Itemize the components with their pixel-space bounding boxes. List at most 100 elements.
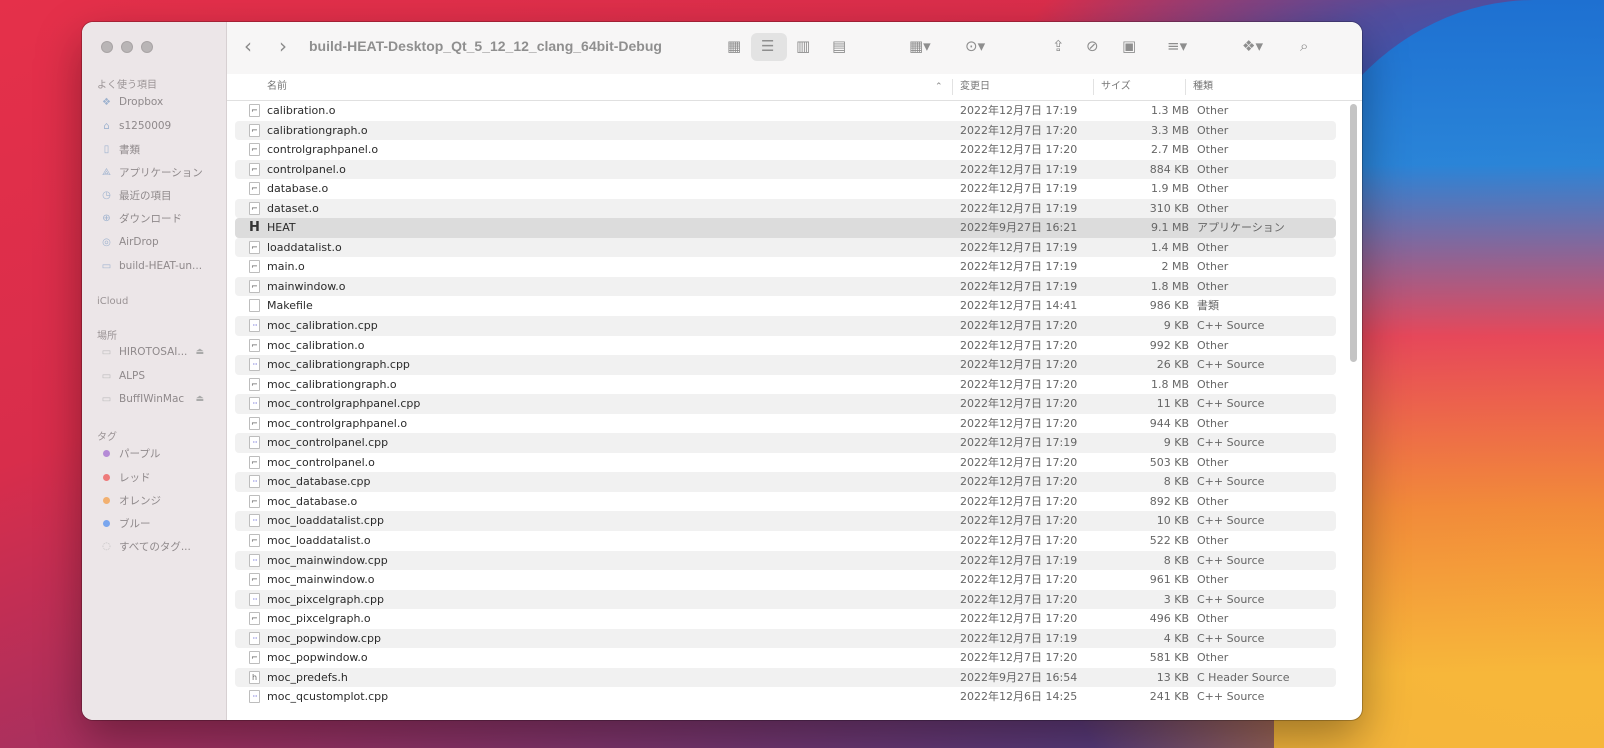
file-row[interactable]: ⌐ moc_pixcelgraph.o 2022年12月7日 17:20 496 KB… (235, 609, 1336, 629)
dropbox-toolbar-icon[interactable]: ❖▾ (1242, 37, 1263, 55)
source-file-icon: ··· (249, 631, 260, 645)
file-row[interactable]: ··· moc_calibrationgraph.cpp 2022年12月7日 17… (235, 355, 1336, 375)
file-row[interactable]: ··· moc_calibration.cpp 2022年12月7日 17:20 9 … (235, 316, 1336, 336)
sidebar-item-tag-purple[interactable]: パープル (100, 443, 226, 463)
column-header-date[interactable]: 変更日 (960, 74, 990, 100)
file-row[interactable]: ⌐ moc_mainwindow.o 2022年12月7日 17:20 961 KB O… (235, 570, 1336, 590)
new-folder-icon[interactable]: ▣ (1122, 37, 1136, 55)
sort-icon[interactable]: ≡▾ (1167, 37, 1187, 55)
file-row[interactable]: ⌐ loaddatalist.o 2022年12月7日 17:19 1.4 MB Oth… (235, 237, 1336, 258)
file-row[interactable]: ··· moc_database.cpp 2022年12月7日 17:20 8 KB C… (235, 472, 1336, 492)
sort-ascending-icon[interactable]: ⌃ (935, 74, 943, 100)
file-row[interactable]: ⌐ controlgraphpanel.o 2022年12月7日 17:20 2.7 … (235, 140, 1336, 160)
sidebar-item-all-tags[interactable]: ◌ すべてのタグ... (100, 536, 226, 556)
file-row[interactable]: ⌐ moc_loaddatalist.o 2022年12月7日 17:20 522 K… (235, 531, 1336, 551)
sidebar-item-documents[interactable]: ▯ 書類 (100, 139, 226, 159)
file-kind: Other (1197, 494, 1229, 508)
file-row[interactable]: ⌐ moc_database.o 2022年12月7日 17:20 892 KB Oth… (235, 492, 1336, 512)
file-kind: Other (1197, 651, 1229, 665)
sidebar-item-tag-orange[interactable]: オレンジ (100, 490, 226, 510)
file-row[interactable]: ··· moc_controlpanel.cpp 2022年12月7日 17:19 9… (235, 433, 1336, 453)
file-date: 2022年12月7日 17:20 (960, 534, 1078, 548)
file-row[interactable]: ··· moc_loaddatalist.cpp 2022年12月7日 17:20 1… (235, 511, 1336, 532)
file-row[interactable]: ⌐ database.o 2022年12月7日 17:19 1.9 MB Other (235, 179, 1336, 199)
group-by-icon[interactable]: ▦▾ (909, 37, 931, 55)
file-name: loaddatalist.o (267, 240, 342, 254)
file-date: 2022年12月7日 14:41 (960, 299, 1078, 313)
vertical-scrollbar[interactable] (1350, 104, 1357, 362)
sidebar-item-location-hirotosai[interactable]: ▭ HIROTOSAI... ⏏ (100, 342, 226, 362)
sidebar-item-home[interactable]: ⌂ s1250009 (100, 116, 226, 136)
file-size: 496 KB (1149, 612, 1189, 626)
file-size: 3.3 MB (1150, 123, 1189, 137)
file-name: moc_pixcelgraph.cpp (267, 592, 384, 606)
file-row[interactable]: ··· moc_controlgraphpanel.cpp 2022年12月7日 1… (235, 394, 1336, 414)
drive-icon: ▭ (101, 346, 112, 358)
column-header-size[interactable]: サイズ (1101, 74, 1131, 100)
file-name: moc_controlgraphpanel.cpp (267, 397, 421, 411)
zoom-window-button[interactable] (141, 41, 153, 53)
sidebar-item-applications[interactable]: ⟁ アプリケーション (100, 162, 226, 182)
file-row[interactable]: ⌐ controlpanel.o 2022年12月7日 17:19 884 KB Oth… (235, 159, 1336, 180)
file-row[interactable]: ⌐ calibrationgraph.o 2022年12月7日 17:20 3.3 M… (235, 120, 1336, 141)
sidebar-item-label: HIROTOSAI... (119, 346, 188, 358)
column-header-kind[interactable]: 種類 (1193, 74, 1213, 100)
eject-icon[interactable]: ⏏ (195, 347, 204, 357)
file-size: 9 KB (1163, 319, 1189, 333)
file-row[interactable]: ⌐ dataset.o 2022年12月7日 17:19 310 KB Other (235, 198, 1336, 219)
column-divider[interactable] (1093, 79, 1094, 95)
column-view-icon[interactable]: ▥ (796, 37, 810, 55)
object-file-icon: ⌐ (249, 123, 260, 137)
file-date: 2022年12月7日 17:20 (960, 475, 1078, 489)
file-row[interactable]: h moc_predefs.h 2022年9月27日 16:54 13 KB C Hea… (235, 667, 1336, 688)
tag-icon[interactable]: ⊘ (1086, 37, 1099, 55)
eject-icon[interactable]: ⏏ (195, 394, 204, 404)
sidebar-item-tag-blue[interactable]: ブルー (100, 513, 226, 533)
sidebar-item-airdrop[interactable]: ◎ AirDrop (100, 232, 226, 252)
file-name: moc_controlpanel.cpp (267, 436, 389, 450)
file-size: 241 KB (1149, 690, 1189, 704)
applications-icon: ⟁ (102, 166, 111, 178)
column-header-name[interactable]: 名前 (267, 74, 287, 100)
sidebar-item-downloads[interactable]: ⊕ ダウンロード (100, 208, 226, 228)
column-divider[interactable] (952, 79, 953, 95)
file-kind: C Header Source (1197, 670, 1290, 684)
sidebar-item-build-folder[interactable]: ▭ build-HEAT-un... (100, 256, 226, 276)
sidebar-item-recents[interactable]: ◷ 最近の項目 (100, 185, 226, 205)
sidebar-item-label: 最近の項目 (119, 189, 172, 202)
sidebar-item-tag-red[interactable]: レッド (100, 467, 226, 487)
file-row[interactable]: Makefile 2022年12月7日 14:41 986 KB 書類 (235, 296, 1336, 316)
sidebar-item-location-buffiwinmac[interactable]: ▭ BuffIWinMac ⏏ (100, 389, 226, 409)
list-view-icon[interactable]: ☰ (761, 37, 774, 55)
search-icon[interactable]: ⌕ (1300, 37, 1308, 55)
back-icon[interactable]: ‹ (244, 36, 252, 56)
icon-view-icon[interactable]: ▦ (727, 37, 741, 55)
object-file-icon: ⌐ (249, 279, 260, 293)
tag-color-dot (103, 449, 110, 457)
sidebar-heading-favorites: よく使う項目 (97, 80, 157, 91)
file-kind: Other (1197, 377, 1229, 391)
close-window-button[interactable] (101, 41, 113, 53)
file-row[interactable]: ⌐ moc_calibration.o 2022年12月7日 17:20 992 KB… (235, 336, 1336, 356)
file-row[interactable]: ⌐ mainwindow.o 2022年12月7日 17:19 1.8 MB Other (235, 276, 1336, 297)
file-row[interactable]: ··· moc_pixcelgraph.cpp 2022年12月7日 17:20 3 … (235, 589, 1336, 610)
action-menu-icon[interactable]: ⊙▾ (965, 37, 985, 55)
sidebar-item-location-alps[interactable]: ▭ ALPS (100, 366, 226, 386)
forward-icon[interactable]: › (279, 36, 287, 56)
file-row[interactable]: ··· moc_popwindow.cpp 2022年12月7日 17:19 4 KB… (235, 628, 1336, 649)
file-row[interactable]: ⌐ main.o 2022年12月7日 17:19 2 MB Other (235, 257, 1336, 277)
share-icon[interactable]: ⇪ (1052, 37, 1065, 55)
column-divider[interactable] (1185, 79, 1186, 95)
sidebar-item-label: すべてのタグ... (119, 540, 191, 553)
file-row[interactable]: H HEAT 2022年9月27日 16:21 9.1 MB アプリケーション (235, 218, 1336, 238)
file-row[interactable]: ⌐ moc_controlpanel.o 2022年12月7日 17:20 503 K… (235, 453, 1336, 473)
file-row[interactable]: ⌐ calibration.o 2022年12月7日 17:19 1.3 MB Othe… (235, 101, 1336, 121)
sidebar-item-dropbox[interactable]: ❖ Dropbox (100, 92, 226, 112)
file-row[interactable]: ··· moc_qcustomplot.cpp 2022年12月6日 14:25 24… (235, 687, 1336, 707)
gallery-view-icon[interactable]: ▤ (832, 37, 846, 55)
minimize-window-button[interactable] (121, 41, 133, 53)
file-row[interactable]: ⌐ moc_popwindow.o 2022年12月7日 17:20 581 KB Ot… (235, 648, 1336, 668)
file-row[interactable]: ··· moc_mainwindow.cpp 2022年12月7日 17:19 8 K… (235, 550, 1336, 571)
file-row[interactable]: ⌐ moc_calibrationgraph.o 2022年12月7日 17:20 1… (235, 375, 1336, 395)
file-row[interactable]: ⌐ moc_controlgraphpanel.o 2022年12月7日 17:20… (235, 414, 1336, 434)
